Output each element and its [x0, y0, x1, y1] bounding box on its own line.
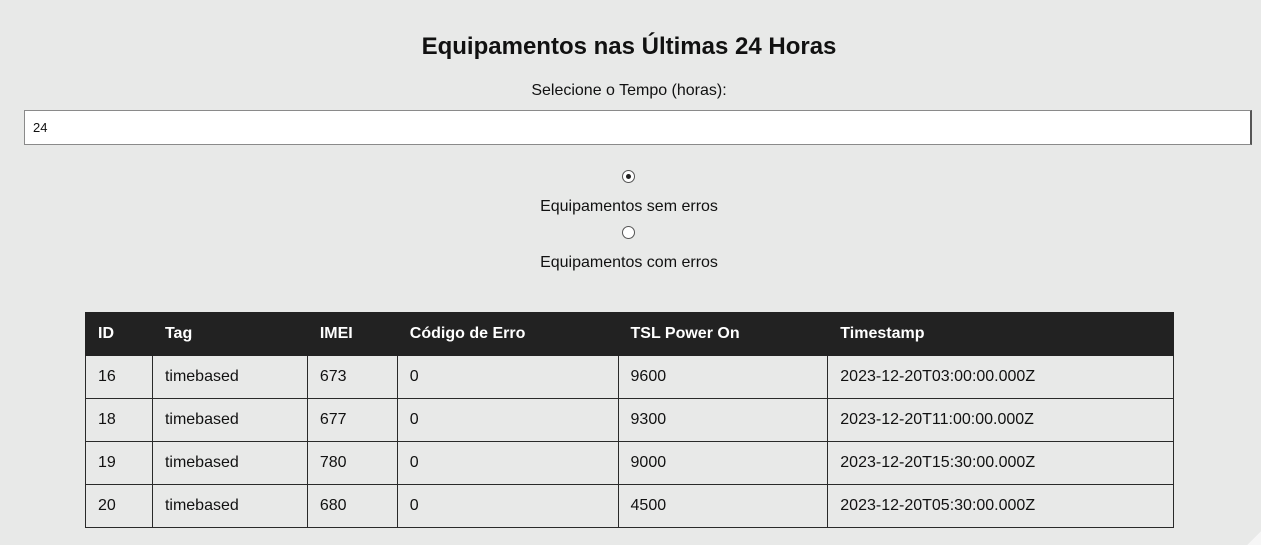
cell-timestamp: 2023-12-20T11:00:00.000Z — [827, 398, 1174, 442]
cell-timestamp: 2023-12-20T05:30:00.000Z — [827, 484, 1174, 528]
radio-with-errors[interactable] — [622, 226, 635, 239]
radio-label-with-errors: Equipamentos com erros — [540, 254, 718, 271]
radio-no-errors[interactable] — [622, 170, 635, 183]
cell-imei: 780 — [306, 441, 398, 485]
cell-timestamp: 2023-12-20T03:00:00.000Z — [827, 355, 1174, 399]
time-select-label: Selecione o Tempo (horas): — [531, 82, 727, 99]
cell-tsl-power-on: 9600 — [617, 355, 829, 399]
cell-imei: 677 — [306, 398, 398, 442]
cell-tag: timebased — [151, 484, 308, 528]
cell-tsl-power-on: 9000 — [617, 441, 829, 485]
cell-tsl-power-on: 9300 — [617, 398, 829, 442]
page: Equipamentos nas Últimas 24 Horas Seleci… — [0, 0, 1261, 545]
page-title: Equipamentos nas Últimas 24 Horas — [421, 33, 837, 60]
column-header-imei: IMEI — [306, 312, 398, 356]
cell-tag: timebased — [151, 355, 308, 399]
cell-id: 20 — [85, 484, 153, 528]
cell-tag: timebased — [151, 398, 308, 442]
cell-timestamp: 2023-12-20T15:30:00.000Z — [827, 441, 1174, 485]
cell-error-code: 0 — [396, 441, 619, 485]
cell-imei: 673 — [306, 355, 398, 399]
table-header: ID Tag IMEI Código de Erro TSL Power On … — [85, 312, 1174, 356]
cell-tag: timebased — [151, 441, 308, 485]
corner-decoration — [1247, 531, 1261, 545]
table-header-row: ID Tag IMEI Código de Erro TSL Power On … — [85, 312, 1174, 356]
cell-error-code: 0 — [396, 398, 619, 442]
equipment-table: ID Tag IMEI Código de Erro TSL Power On … — [85, 312, 1174, 528]
column-header-tsl-power-on: TSL Power On — [617, 312, 829, 356]
table-row: 19 timebased 780 0 9000 2023-12-20T15:30… — [85, 441, 1174, 485]
table-row: 20 timebased 680 0 4500 2023-12-20T05:30… — [85, 484, 1174, 528]
cell-error-code: 0 — [396, 355, 619, 399]
column-header-error-code: Código de Erro — [396, 312, 619, 356]
table-row: 18 timebased 677 0 9300 2023-12-20T11:00… — [85, 398, 1174, 442]
cell-id: 19 — [85, 441, 153, 485]
table-row: 16 timebased 673 0 9600 2023-12-20T03:00… — [85, 355, 1174, 399]
column-header-timestamp: Timestamp — [827, 312, 1174, 356]
radio-label-no-errors: Equipamentos sem erros — [540, 198, 718, 215]
cell-error-code: 0 — [396, 484, 619, 528]
cell-imei: 680 — [306, 484, 398, 528]
cell-id: 16 — [85, 355, 153, 399]
cell-tsl-power-on: 4500 — [617, 484, 829, 528]
table-body: 16 timebased 673 0 9600 2023-12-20T03:00… — [85, 355, 1174, 528]
column-header-tag: Tag — [151, 312, 308, 356]
cell-id: 18 — [85, 398, 153, 442]
time-hours-input[interactable] — [24, 110, 1252, 145]
column-header-id: ID — [85, 312, 153, 356]
